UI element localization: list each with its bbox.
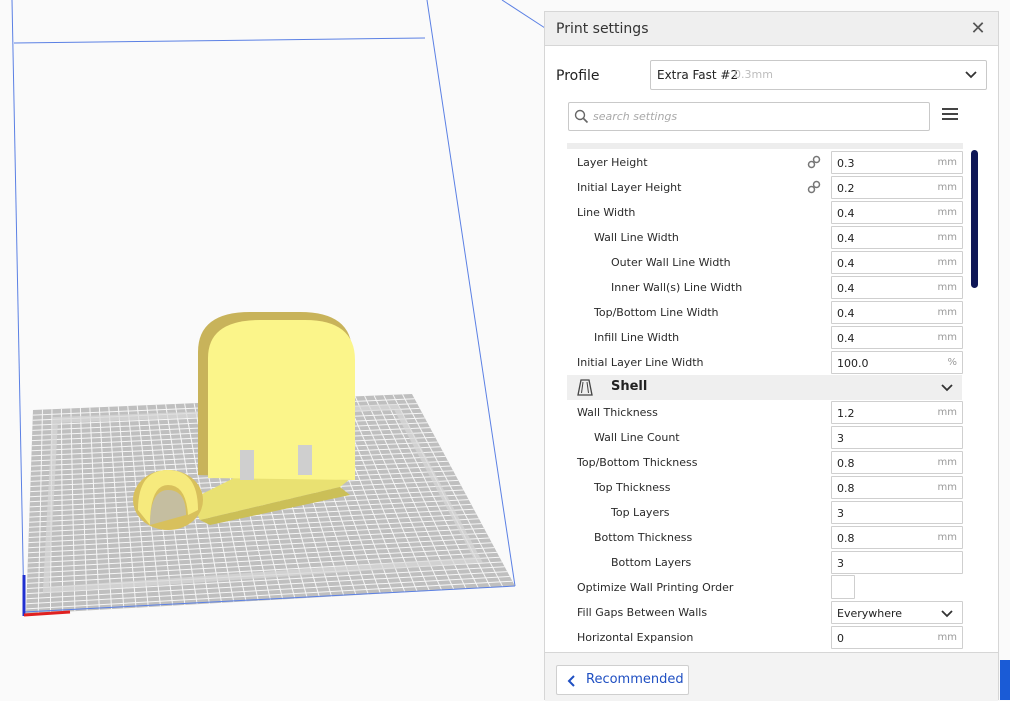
infill-line-width-input[interactable]: 0.4 mm	[831, 326, 963, 349]
search-icon	[574, 109, 589, 124]
setting-inner-wall-line-width: Inner Wall(s) Line Width 0.4 mm	[567, 275, 963, 300]
top-bottom-line-width-input[interactable]: 0.4 mm	[831, 301, 963, 324]
setting-top-bottom-line-width: Top/Bottom Line Width 0.4 mm	[567, 300, 963, 325]
bottom-thickness-input[interactable]: 0.8 mm	[831, 526, 963, 549]
profile-dropdown[interactable]: Extra Fast #2 0.3mm	[650, 60, 987, 90]
top-thickness-input[interactable]: 0.8 mm	[831, 476, 963, 499]
profile-name: Extra Fast #2	[657, 68, 739, 82]
panel-header: Print settings ✕	[545, 12, 998, 46]
initial-layer-line-width-input[interactable]: 100.0%	[831, 351, 963, 374]
print-settings-panel: Print settings ✕ Profile Extra Fast #2 0…	[544, 11, 999, 701]
setting-infill-line-width: Infill Line Width 0.4 mm	[567, 325, 963, 350]
setting-layer-height: Layer Height 0.3 mm	[567, 150, 963, 175]
wall-thickness-input[interactable]: 1.2 mm	[831, 401, 963, 424]
build-volume-edge	[501, 0, 546, 29]
link-icon[interactable]	[807, 180, 821, 194]
setting-wall-thickness: Wall Thickness 1.2 mm	[567, 400, 963, 425]
hamburger-menu-icon[interactable]	[942, 108, 958, 122]
recommended-button[interactable]: Recommended	[556, 665, 689, 695]
fill-gaps-dropdown[interactable]: Everywhere	[831, 601, 963, 624]
optimize-wall-order-checkbox[interactable]	[831, 575, 855, 599]
search-input[interactable]	[591, 106, 921, 127]
setting-wall-line-width: Wall Line Width 0.4 mm	[567, 225, 963, 250]
inner-wall-line-width-input[interactable]: 0.4 mm	[831, 276, 963, 299]
setting-bottom-layers: Bottom Layers 3	[567, 550, 963, 575]
initial-layer-height-input[interactable]: 0.2 mm	[831, 176, 963, 199]
bottom-layers-input[interactable]: 3	[831, 551, 963, 574]
build-volume-edge	[13, 37, 426, 44]
line-width-input[interactable]: 0.4 mm	[831, 201, 963, 224]
list-item	[567, 143, 963, 149]
setting-line-width: Line Width 0.4 mm	[567, 200, 963, 225]
panel-footer: Recommended	[545, 652, 998, 701]
profile-layer-height: 0.3mm	[734, 68, 773, 81]
top-bottom-thickness-input[interactable]: 0.8 mm	[831, 451, 963, 474]
category-shell[interactable]: Shell	[567, 375, 962, 400]
panel-title: Print settings	[556, 21, 649, 37]
wall-line-width-input[interactable]: 0.4 mm	[831, 226, 963, 249]
chevron-down-icon	[941, 384, 953, 392]
setting-top-layers: Top Layers 3	[567, 500, 963, 525]
setting-initial-layer-line-width: Initial Layer Line Width 100.0%	[567, 350, 963, 375]
setting-bottom-thickness: Bottom Thickness 0.8 mm	[567, 525, 963, 550]
settings-scrollbar[interactable]	[971, 150, 978, 288]
setting-top-bottom-thickness: Top/Bottom Thickness 0.8 mm	[567, 450, 963, 475]
setting-top-thickness: Top Thickness 0.8 mm	[567, 475, 963, 500]
outer-wall-line-width-input[interactable]: 0.4 mm	[831, 251, 963, 274]
action-panel-edge[interactable]	[1000, 660, 1010, 700]
setting-fill-gaps: Fill Gaps Between Walls Everywhere	[567, 600, 963, 625]
setting-initial-layer-height: Initial Layer Height 0.2 mm	[567, 175, 963, 200]
setting-wall-line-count: Wall Line Count 3	[567, 425, 963, 450]
chevron-left-icon	[567, 675, 575, 687]
search-box[interactable]	[568, 102, 930, 131]
chevron-down-icon	[941, 610, 953, 618]
layer-height-input[interactable]: 0.3 mm	[831, 151, 963, 174]
setting-horizontal-expansion: Horizontal Expansion 0 mm	[567, 625, 963, 650]
wall-line-count-input[interactable]: 3	[831, 426, 963, 449]
close-button[interactable]: ✕	[968, 18, 988, 40]
setting-optimize-wall-order: Optimize Wall Printing Order	[567, 575, 962, 600]
shell-category-icon	[577, 379, 593, 396]
settings-list[interactable]: Layer Height 0.3 mm Initial Layer Height …	[567, 143, 963, 652]
top-layers-input[interactable]: 3	[831, 501, 963, 524]
profile-label: Profile	[556, 68, 600, 84]
chevron-down-icon	[965, 71, 977, 79]
build-volume-edge	[11, 0, 25, 613]
setting-outer-wall-line-width: Outer Wall Line Width 0.4 mm	[567, 250, 963, 275]
horizontal-expansion-input[interactable]: 0 mm	[831, 626, 963, 649]
link-icon[interactable]	[807, 155, 821, 169]
